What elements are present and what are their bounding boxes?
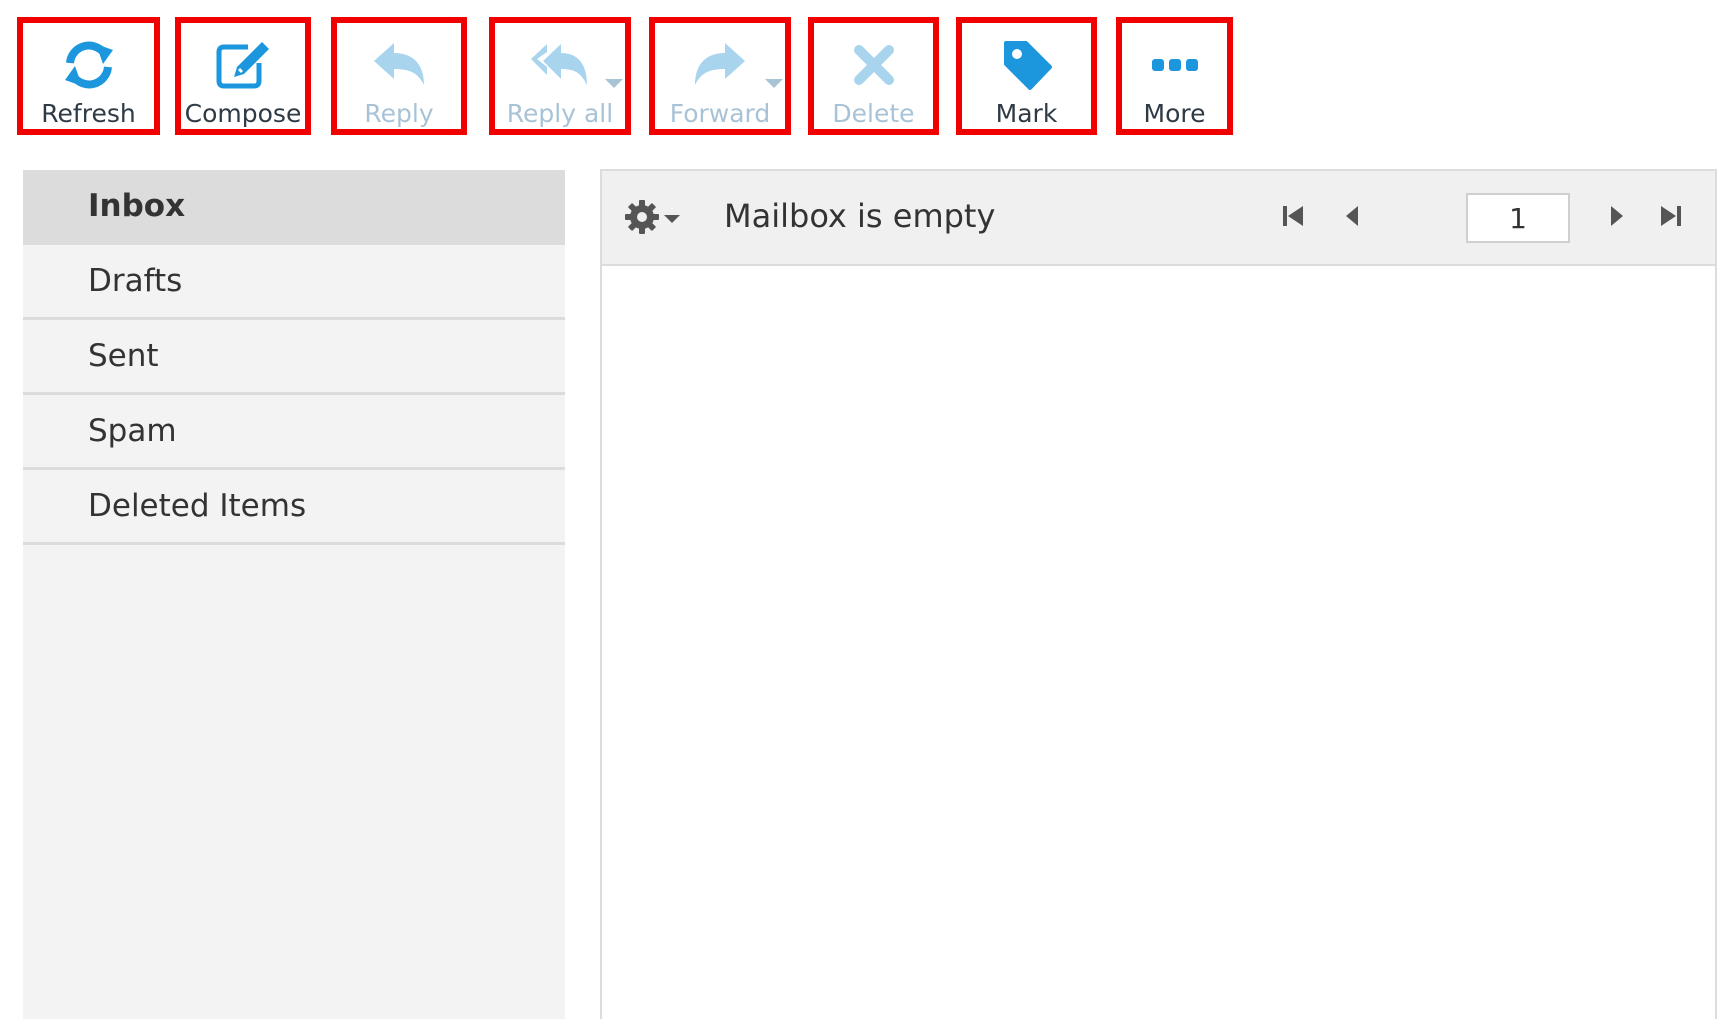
last-page-icon <box>1659 204 1683 232</box>
last-page-button[interactable] <box>1656 203 1686 233</box>
reply-icon <box>367 37 431 93</box>
folder-label: Deleted Items <box>88 488 307 524</box>
message-list-panel: Mailbox is empty <box>600 169 1717 1019</box>
list-options-button[interactable] <box>624 199 680 239</box>
reply-all-dropdown-icon[interactable] <box>605 79 623 88</box>
first-page-icon <box>1281 204 1305 232</box>
forward-icon <box>688 37 752 93</box>
delete-button[interactable]: Delete <box>808 17 939 135</box>
prev-page-icon <box>1342 205 1362 231</box>
folder-list: Inbox Drafts Sent Spam Deleted Items <box>23 170 565 1019</box>
reply-all-icon <box>528 37 592 93</box>
refresh-icon <box>57 37 121 93</box>
gear-icon <box>624 199 660 239</box>
folder-drafts[interactable]: Drafts <box>23 245 565 320</box>
mark-label: Mark <box>995 99 1058 128</box>
forward-label: Forward <box>669 99 771 128</box>
folder-label: Spam <box>88 413 177 449</box>
more-icon <box>1143 37 1207 93</box>
folder-deleted-items[interactable]: Deleted Items <box>23 470 565 545</box>
next-page-button[interactable] <box>1602 203 1632 233</box>
page-number-input[interactable] <box>1466 193 1570 243</box>
tag-icon <box>995 37 1059 93</box>
compose-icon <box>211 37 275 93</box>
chevron-down-icon <box>664 215 680 223</box>
folder-label: Drafts <box>88 263 183 299</box>
mailbox-status: Mailbox is empty <box>724 197 996 235</box>
delete-label: Delete <box>832 99 915 128</box>
compose-button[interactable]: Compose <box>175 17 311 135</box>
reply-all-button[interactable]: Reply all <box>489 17 631 135</box>
folder-inbox[interactable]: Inbox <box>23 170 565 245</box>
more-label: More <box>1143 99 1206 128</box>
folder-label: Inbox <box>88 188 186 224</box>
mark-button[interactable]: Mark <box>956 17 1097 135</box>
prev-page-button[interactable] <box>1337 203 1367 233</box>
compose-label: Compose <box>184 99 302 128</box>
reply-label: Reply <box>364 99 434 128</box>
delete-icon <box>842 37 906 93</box>
refresh-button[interactable]: Refresh <box>17 17 160 135</box>
folder-spam[interactable]: Spam <box>23 395 565 470</box>
mail-app: Refresh Compose Reply Reply all Forward … <box>0 0 1724 1019</box>
first-page-button[interactable] <box>1278 203 1308 233</box>
forward-dropdown-icon[interactable] <box>765 79 783 88</box>
reply-button[interactable]: Reply <box>331 17 467 135</box>
folder-sent[interactable]: Sent <box>23 320 565 395</box>
next-page-icon <box>1607 205 1627 231</box>
refresh-label: Refresh <box>41 99 136 128</box>
folder-label: Sent <box>88 338 159 374</box>
more-button[interactable]: More <box>1116 17 1233 135</box>
reply-all-label: Reply all <box>506 99 614 128</box>
forward-button[interactable]: Forward <box>649 17 791 135</box>
message-list-header: Mailbox is empty <box>602 171 1715 266</box>
